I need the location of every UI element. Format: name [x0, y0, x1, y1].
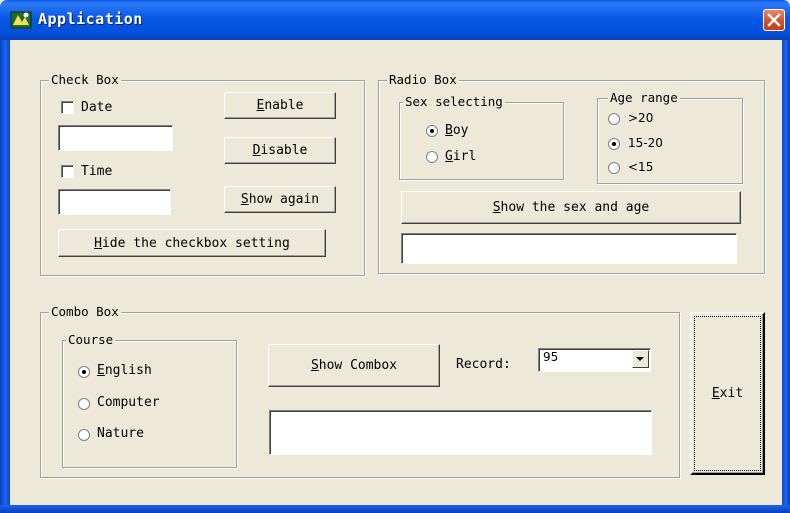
show-combox-accel: S — [310, 358, 319, 373]
english-label: English — [97, 363, 152, 378]
exit-label: xit — [719, 386, 744, 401]
show-combox-label: how Combox — [318, 358, 398, 373]
window-frame-left — [0, 40, 10, 513]
disable-label: isable — [260, 143, 308, 158]
age-range-label: Age range — [608, 90, 680, 106]
enable-button[interactable]: Enable — [224, 92, 336, 119]
chevron-down-icon — [636, 357, 644, 361]
english-radio[interactable] — [78, 366, 90, 378]
client-area: Check Box Date Time Enable Disable Show … — [10, 40, 782, 505]
date-field[interactable] — [58, 125, 173, 151]
show-sex-age-accel: S — [492, 200, 501, 215]
application-window: Application Check Box Date Time Enable D… — [0, 0, 790, 513]
age-over-20-radio[interactable] — [608, 113, 620, 125]
enable-label: nable — [264, 98, 304, 113]
date-label: Date — [81, 100, 113, 115]
course-group: Course English Computer Nature — [62, 332, 237, 468]
time-checkbox[interactable] — [61, 165, 74, 178]
window-title: Application — [38, 10, 143, 28]
disable-button[interactable]: Disable — [224, 137, 336, 164]
boy-radio[interactable] — [426, 125, 438, 137]
show-again-label: how again — [248, 192, 320, 207]
girl-label: Girl — [445, 149, 477, 164]
hide-accel: H — [94, 235, 102, 251]
record-value: 95 — [543, 350, 559, 364]
boy-label: Boy — [445, 123, 469, 138]
record-dropdown-button[interactable] — [632, 350, 649, 368]
show-sex-age-label: how the sex and age — [500, 200, 650, 215]
sex-age-output-field[interactable] — [401, 233, 737, 264]
computer-radio[interactable] — [78, 398, 90, 410]
combo-output-field[interactable] — [269, 410, 652, 455]
time-label: Time — [81, 164, 113, 179]
enable-accel: E — [256, 98, 265, 113]
check-box-group: Check Box Date Time Enable Disable Show … — [40, 72, 365, 276]
time-field[interactable] — [58, 189, 171, 215]
course-group-label: Course — [66, 332, 116, 348]
hide-checkbox-setting-button[interactable]: Hide the checkbox setting — [58, 229, 326, 257]
app-icon — [10, 11, 32, 29]
show-combox-button[interactable]: Show Combox — [268, 344, 440, 387]
exit-accel: E — [711, 386, 720, 401]
girl-radio[interactable] — [426, 151, 438, 163]
age-15-20-label: 15-20 — [628, 136, 663, 150]
check-box-group-label: Check Box — [49, 72, 121, 88]
record-label: Record: — [456, 357, 511, 372]
title-bar[interactable]: Application — [0, 0, 790, 40]
disable-accel: D — [252, 143, 261, 158]
window-frame-right — [782, 40, 790, 513]
age-15-20-radio[interactable] — [608, 138, 620, 150]
age-over-20-label: >20 — [628, 111, 654, 125]
close-button[interactable] — [763, 9, 785, 31]
record-combobox[interactable]: 95 — [538, 348, 651, 372]
exit-button[interactable]: Exit — [690, 312, 765, 475]
close-icon — [767, 13, 781, 27]
show-again-accel: S — [240, 192, 249, 207]
age-under-15-radio[interactable] — [608, 162, 620, 174]
show-again-button[interactable]: Show again — [224, 186, 336, 213]
nature-label: Nature — [97, 426, 144, 441]
computer-label: Computer — [97, 395, 160, 410]
combo-box-group: Combo Box Course English Computer Nature — [40, 304, 680, 478]
age-under-15-label: <15 — [628, 160, 654, 174]
sex-selecting-label: Sex selecting — [403, 94, 505, 110]
hide-label: ide the checkbox setting — [101, 235, 290, 251]
nature-radio[interactable] — [78, 429, 90, 441]
radio-box-group: Radio Box Sex selecting Boy Girl Age ran… — [378, 72, 765, 274]
combo-box-group-label: Combo Box — [49, 304, 121, 320]
radio-box-group-label: Radio Box — [387, 72, 459, 88]
sex-selecting-group: Sex selecting Boy Girl — [399, 94, 564, 180]
age-range-group: Age range >20 15-20 <15 — [597, 90, 743, 184]
show-sex-age-button[interactable]: Show the sex and age — [401, 191, 741, 224]
date-checkbox[interactable] — [61, 101, 74, 114]
window-frame-bottom — [0, 505, 790, 513]
